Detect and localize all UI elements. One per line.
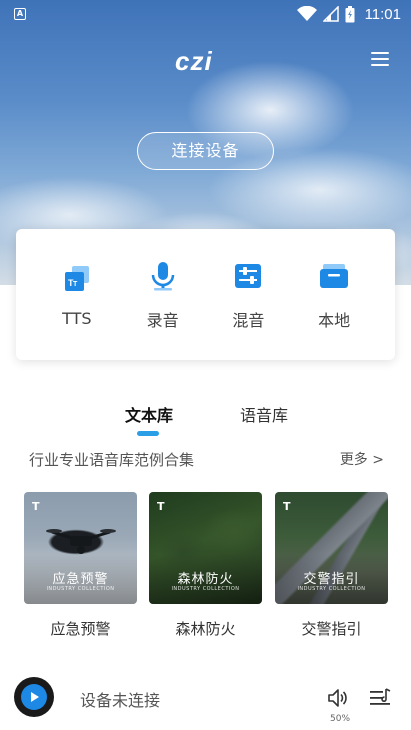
card-overlay-title: 森林防火 — [177, 572, 234, 587]
status-time: 11:01 — [364, 5, 401, 23]
card-overlay-title: 应急预警 — [52, 572, 109, 587]
volume-icon[interactable] — [326, 686, 350, 710]
collection-card[interactable]: T 森林防火 INDUSTRY COLLECTION 森林防火 — [149, 492, 262, 639]
function-local[interactable]: 本地 — [304, 259, 364, 331]
tts-icon: T T — [60, 261, 94, 295]
battery-icon — [345, 5, 355, 22]
card-overlay-subtitle: INDUSTRY COLLECTION — [171, 586, 240, 592]
tab-text-library[interactable]: 文本库 — [125, 402, 173, 426]
player-bar: 设备未连接 50% — [0, 668, 411, 730]
local-folder-icon — [317, 259, 351, 293]
section-title: 行业专业语音库范例合集 — [29, 451, 195, 469]
tab-indicator — [137, 431, 159, 436]
card-tag: T — [283, 500, 291, 513]
microphone-icon — [146, 259, 180, 293]
collection-card[interactable]: T 应急预警 INDUSTRY COLLECTION 应急预警 — [24, 492, 137, 639]
section-header: 行业专业语音库范例合集 更多 > — [29, 449, 384, 471]
function-panel: T T TTS 录音 混音 本地 — [16, 229, 395, 360]
card-title: 森林防火 — [175, 620, 236, 638]
function-label: 混音 — [232, 310, 265, 330]
playlist-icon[interactable] — [369, 687, 391, 709]
play-icon — [21, 684, 47, 710]
library-tabs: 文本库 语音库 — [0, 402, 411, 442]
card-overlay-title: 交警指引 — [303, 572, 360, 587]
hamburger-menu-icon[interactable] — [371, 52, 389, 68]
drone-icon — [46, 529, 116, 554]
cellular-signal-icon — [322, 6, 339, 22]
card-overlay-subtitle: INDUSTRY COLLECTION — [297, 586, 366, 592]
card-image: T 森林防火 INDUSTRY COLLECTION — [149, 492, 262, 604]
card-title: 交警指引 — [301, 620, 362, 638]
brand-logo: czi — [175, 46, 213, 76]
collection-card[interactable]: T 交警指引 INDUSTRY COLLECTION 交警指引 — [275, 492, 388, 639]
status-indicators: 11:01 — [296, 5, 401, 23]
tab-voice-library[interactable]: 语音库 — [240, 402, 288, 426]
card-tag: T — [157, 500, 165, 513]
device-status: 设备未连接 — [80, 691, 161, 710]
function-label: 本地 — [318, 310, 351, 330]
wifi-icon — [296, 6, 317, 21]
top-bar: czi — [0, 44, 411, 76]
more-link[interactable]: 更多 > — [340, 449, 384, 469]
card-tag: T — [32, 500, 40, 513]
notification-app-icon: A — [14, 8, 26, 20]
function-tts[interactable]: T T TTS — [47, 261, 107, 328]
card-image: T 交警指引 INDUSTRY COLLECTION — [275, 492, 388, 604]
function-label: TTS — [62, 309, 92, 328]
play-button[interactable] — [14, 677, 54, 717]
volume-level: 50% — [330, 714, 351, 724]
function-record[interactable]: 录音 — [133, 259, 193, 331]
status-bar: A 11:01 — [0, 0, 411, 28]
svg-text:T: T — [73, 281, 78, 288]
mixer-icon — [231, 259, 265, 293]
card-title: 应急预警 — [50, 620, 111, 638]
function-mix[interactable]: 混音 — [218, 259, 278, 331]
card-image: T 应急预警 INDUSTRY COLLECTION — [24, 492, 137, 604]
connect-device-button[interactable]: 连接设备 — [137, 132, 274, 170]
function-label: 录音 — [146, 310, 179, 330]
card-overlay-subtitle: INDUSTRY COLLECTION — [46, 586, 115, 592]
